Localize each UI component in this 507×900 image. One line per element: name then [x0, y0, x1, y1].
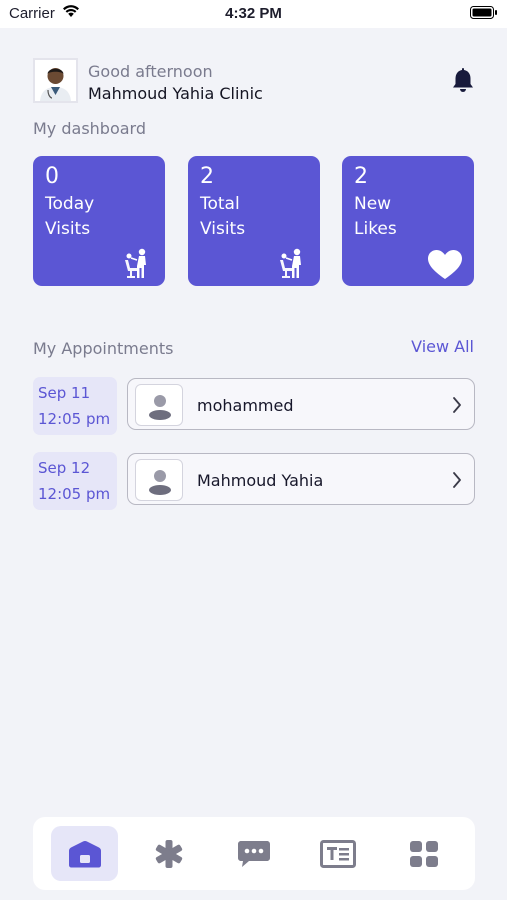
clock-label: 4:32 PM — [225, 5, 282, 22]
appointment-card[interactable]: Mahmoud Yahia — [127, 453, 475, 505]
chevron-right-icon — [453, 472, 461, 488]
bottom-nav — [33, 817, 475, 890]
today-visits-label-line2: Visits — [45, 219, 91, 239]
dental-chair-icon — [280, 248, 301, 278]
chevron-right-icon — [453, 397, 461, 413]
doctor-icon — [35, 60, 76, 101]
dental-chair-icon — [125, 248, 146, 278]
nav-articles-tab[interactable] — [304, 826, 371, 881]
new-likes-count: 2 — [354, 164, 368, 189]
user-placeholder-icon — [149, 395, 171, 420]
patient-name: mohammed — [197, 396, 294, 415]
appointment-date: Sep 12 12:05 pm — [33, 452, 117, 510]
new-likes-label-line1: New — [354, 194, 392, 214]
nav-messages-tab[interactable] — [220, 826, 287, 881]
dashboard-label: My dashboard — [33, 119, 146, 138]
patient-name: Mahmoud Yahia — [197, 471, 324, 490]
appointment-time: 12:05 pm — [38, 410, 111, 428]
bell-icon[interactable] — [451, 68, 475, 94]
today-visits-count: 0 — [45, 164, 59, 189]
appointment-date: Sep 11 12:05 pm — [33, 377, 117, 435]
patient-avatar — [135, 384, 183, 426]
appointment-card[interactable]: mohammed — [127, 378, 475, 430]
appointment-time: 12:05 pm — [38, 485, 111, 503]
nav-more-tab[interactable] — [390, 826, 457, 881]
total-visits-label-line2: Visits — [200, 219, 246, 239]
new-likes-card[interactable]: 2 New Likes — [342, 156, 474, 286]
asterisk-icon — [155, 839, 182, 868]
nav-services-tab[interactable] — [135, 826, 202, 881]
appointments-label: My Appointments — [33, 339, 174, 358]
clinic-name: Mahmoud Yahia Clinic — [88, 84, 263, 103]
home-icon — [68, 840, 101, 867]
grid-icon — [409, 840, 438, 867]
today-visits-label-line1: Today — [45, 194, 95, 214]
battery-icon — [470, 6, 497, 19]
appointment-day: Sep 12 — [38, 459, 91, 477]
appointment-day: Sep 11 — [38, 384, 91, 402]
today-visits-card[interactable]: 0 Today Visits — [33, 156, 165, 286]
greeting-text: Good afternoon — [88, 62, 213, 81]
user-placeholder-icon — [149, 470, 171, 495]
view-all-link[interactable]: View All — [411, 337, 474, 356]
patient-avatar — [135, 459, 183, 501]
nav-home-tab[interactable] — [51, 826, 118, 881]
total-visits-count: 2 — [200, 164, 214, 189]
status-bar: Carrier 4:32 PM — [0, 0, 507, 28]
heart-icon — [428, 250, 462, 279]
total-visits-label-line1: Total — [200, 194, 240, 214]
new-likes-label-line2: Likes — [354, 219, 397, 239]
chat-icon — [237, 840, 270, 867]
total-visits-card[interactable]: 2 Total Visits — [188, 156, 320, 286]
article-icon — [319, 839, 356, 868]
doctor-avatar[interactable] — [33, 58, 78, 103]
